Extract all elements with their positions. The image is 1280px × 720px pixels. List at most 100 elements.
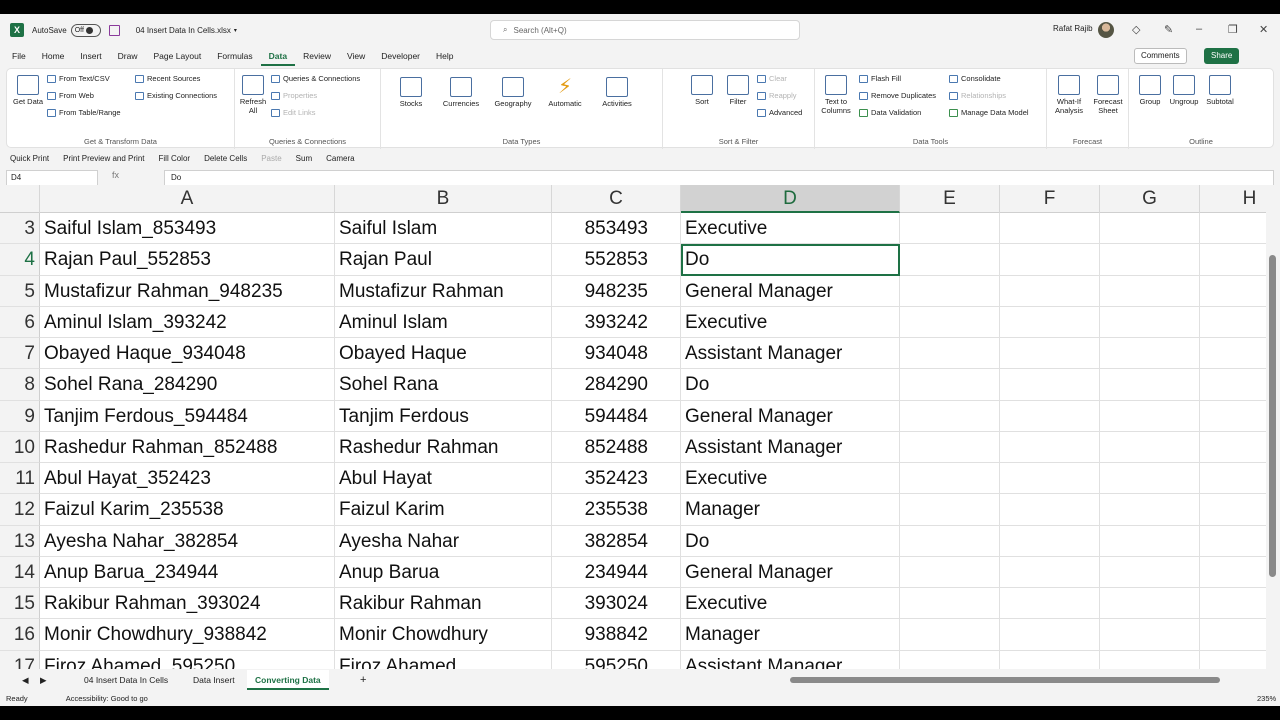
clear-button[interactable]: Clear xyxy=(757,74,787,83)
cell-empty[interactable] xyxy=(1000,525,1100,557)
close-icon[interactable]: ✕ xyxy=(1259,23,1268,36)
cell-empty[interactable] xyxy=(1100,431,1200,463)
cell-b[interactable]: Saiful Islam xyxy=(335,213,552,245)
cell-empty[interactable] xyxy=(1100,650,1200,669)
cell-empty[interactable] xyxy=(900,213,1000,245)
cell-b[interactable]: Firoz Ahamed xyxy=(335,650,552,669)
cell-d[interactable]: Do xyxy=(681,244,900,276)
cell-empty[interactable] xyxy=(1100,556,1200,588)
cell-c[interactable]: 382854 xyxy=(552,525,681,557)
from-text-csv-button[interactable]: From Text/CSV xyxy=(47,74,110,83)
cell-d[interactable]: Do xyxy=(681,525,900,557)
name-box[interactable]: D4 xyxy=(6,170,98,186)
cell-c[interactable]: 284290 xyxy=(552,369,681,401)
row-header[interactable]: 5 xyxy=(0,275,40,307)
cell-empty[interactable] xyxy=(1200,338,1266,370)
row-header[interactable]: 16 xyxy=(0,619,40,651)
cell-empty[interactable] xyxy=(900,588,1000,620)
cell-b[interactable]: Sohel Rana xyxy=(335,369,552,401)
cell-empty[interactable] xyxy=(900,244,1000,276)
cell-b[interactable]: Tanjim Ferdous xyxy=(335,400,552,432)
share-button[interactable]: Share xyxy=(1204,48,1240,64)
horizontal-scroll-thumb[interactable] xyxy=(790,677,1220,683)
cell-c[interactable]: 352423 xyxy=(552,463,681,495)
column-header-e[interactable]: E xyxy=(900,185,1000,213)
cell-empty[interactable] xyxy=(1100,619,1200,651)
cell-c[interactable]: 235538 xyxy=(552,494,681,526)
cell-empty[interactable] xyxy=(1100,338,1200,370)
get-data-button[interactable]: Get Data xyxy=(13,75,43,106)
cell-c[interactable]: 934048 xyxy=(552,338,681,370)
accessibility-status[interactable]: Accessibility: Good to go xyxy=(66,694,148,703)
cell-a[interactable]: Rakibur Rahman_393024 xyxy=(40,588,335,620)
column-header-b[interactable]: B xyxy=(335,185,552,213)
from-web-button[interactable]: From Web xyxy=(47,91,94,100)
paste-button[interactable]: Paste xyxy=(261,154,281,163)
cell-empty[interactable] xyxy=(1200,432,1266,463)
sheet-tab-converting-data[interactable]: Converting Data xyxy=(247,670,329,690)
comments-button[interactable]: Comments xyxy=(1134,48,1187,64)
search-box[interactable]: ⌕ Search (Alt+Q) xyxy=(490,20,800,40)
cell-a[interactable]: Saiful Islam_853493 xyxy=(40,213,335,245)
fill-color-button[interactable]: Fill Color xyxy=(159,154,191,163)
cell-empty[interactable] xyxy=(1100,244,1200,276)
cell-b[interactable]: Abul Hayat xyxy=(335,463,552,495)
flash-fill-button[interactable]: Flash Fill xyxy=(859,74,901,83)
next-sheet-icon[interactable]: ▶ xyxy=(32,670,55,690)
row-header[interactable]: 7 xyxy=(0,338,40,370)
row-header[interactable]: 4 xyxy=(0,244,40,276)
cell-empty[interactable] xyxy=(1200,276,1266,307)
tab-page-layout[interactable]: Page Layout xyxy=(146,46,210,66)
cell-empty[interactable] xyxy=(1200,369,1266,401)
cell-c[interactable]: 948235 xyxy=(552,275,681,307)
cell-c[interactable]: 594484 xyxy=(552,400,681,432)
subtotal-button[interactable]: Subtotal xyxy=(1203,75,1237,106)
tab-data[interactable]: Data xyxy=(260,46,296,66)
advanced-button[interactable]: Advanced xyxy=(757,108,802,117)
sort-button[interactable]: Sort xyxy=(689,75,715,106)
vertical-scrollbar[interactable] xyxy=(1266,185,1280,685)
automatic-button[interactable]: ⚡ Automatic xyxy=(543,77,587,108)
cell-a[interactable]: Faizul Karim_235538 xyxy=(40,494,335,526)
cell-a[interactable]: Rashedur Rahman_852488 xyxy=(40,431,335,463)
geography-button[interactable]: Geography xyxy=(491,77,535,108)
camera-button[interactable]: Camera xyxy=(326,154,354,163)
cell-empty[interactable] xyxy=(1000,213,1100,245)
cell-b[interactable]: Rajan Paul xyxy=(335,244,552,276)
column-header-d[interactable]: D xyxy=(681,185,900,213)
cell-a[interactable]: Obayed Haque_934048 xyxy=(40,338,335,370)
cell-d[interactable]: Executive xyxy=(681,306,900,338)
cell-empty[interactable] xyxy=(1100,306,1200,338)
chevron-down-icon[interactable]: ▾ xyxy=(234,27,237,34)
cell-empty[interactable] xyxy=(1100,275,1200,307)
stocks-button[interactable]: Stocks xyxy=(393,77,429,108)
cell-b[interactable]: Ayesha Nahar xyxy=(335,525,552,557)
forecast-sheet-button[interactable]: Forecast Sheet xyxy=(1091,75,1125,115)
cell-c[interactable]: 852488 xyxy=(552,431,681,463)
formula-input[interactable]: Do xyxy=(164,170,1274,186)
save-icon[interactable] xyxy=(108,24,120,36)
quick-print-button[interactable]: Quick Print xyxy=(10,154,49,163)
cell-empty[interactable] xyxy=(1100,463,1200,495)
cell-a[interactable]: Rajan Paul_552853 xyxy=(40,244,335,276)
text-to-columns-button[interactable]: Text to Columns xyxy=(821,75,851,115)
group-button[interactable]: Group xyxy=(1135,75,1165,106)
cell-c[interactable]: 393024 xyxy=(552,588,681,620)
cell-c[interactable]: 393242 xyxy=(552,306,681,338)
row-header[interactable]: 3 xyxy=(0,213,40,245)
cell-b[interactable]: Aminul Islam xyxy=(335,306,552,338)
cell-empty[interactable] xyxy=(900,463,1000,495)
column-header-a[interactable]: A xyxy=(40,185,335,213)
cell-c[interactable]: 552853 xyxy=(552,244,681,276)
cell-empty[interactable] xyxy=(1200,619,1266,651)
cell-empty[interactable] xyxy=(1100,369,1200,401)
cell-empty[interactable] xyxy=(900,525,1000,557)
cell-d[interactable]: Assistant Manager xyxy=(681,431,900,463)
autosave-toggle[interactable]: Off xyxy=(70,23,101,37)
cell-empty[interactable] xyxy=(900,556,1000,588)
cell-empty[interactable] xyxy=(1100,494,1200,526)
refresh-all-button[interactable]: Refresh All xyxy=(237,75,269,115)
cell-empty[interactable] xyxy=(1200,557,1266,588)
zoom-level[interactable]: 235% xyxy=(1257,694,1276,703)
cell-empty[interactable] xyxy=(1200,307,1266,338)
